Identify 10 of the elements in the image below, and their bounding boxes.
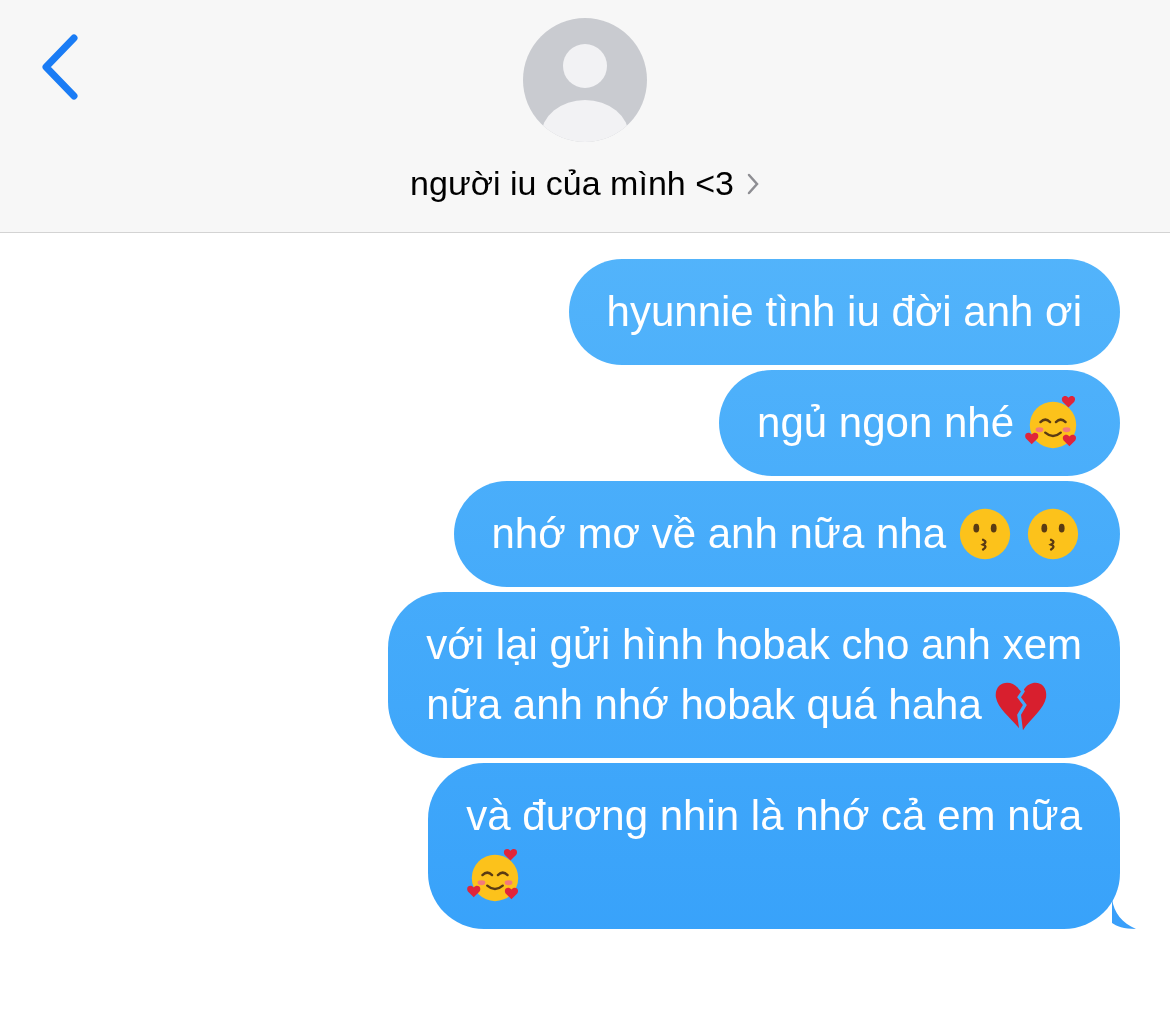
- message-text: ngủ ngon nhé: [757, 398, 1014, 448]
- back-icon[interactable]: [40, 34, 80, 100]
- contact-name[interactable]: người iu của mình <3: [410, 164, 734, 203]
- message-text: và đương nhin là nhớ cả em nữa: [466, 791, 1082, 841]
- message-text: nhớ mơ về anh nữa nha: [491, 509, 946, 559]
- bubble-tail: [1112, 899, 1136, 929]
- message-text: nữa anh nhớ hobak quá haha: [426, 680, 982, 730]
- message-text: hyunnie tình iu đời anh ơi: [606, 287, 1082, 337]
- chevron-icon[interactable]: [745, 171, 760, 196]
- message-text: với lại gửi hình hobak cho anh xem: [426, 620, 1082, 670]
